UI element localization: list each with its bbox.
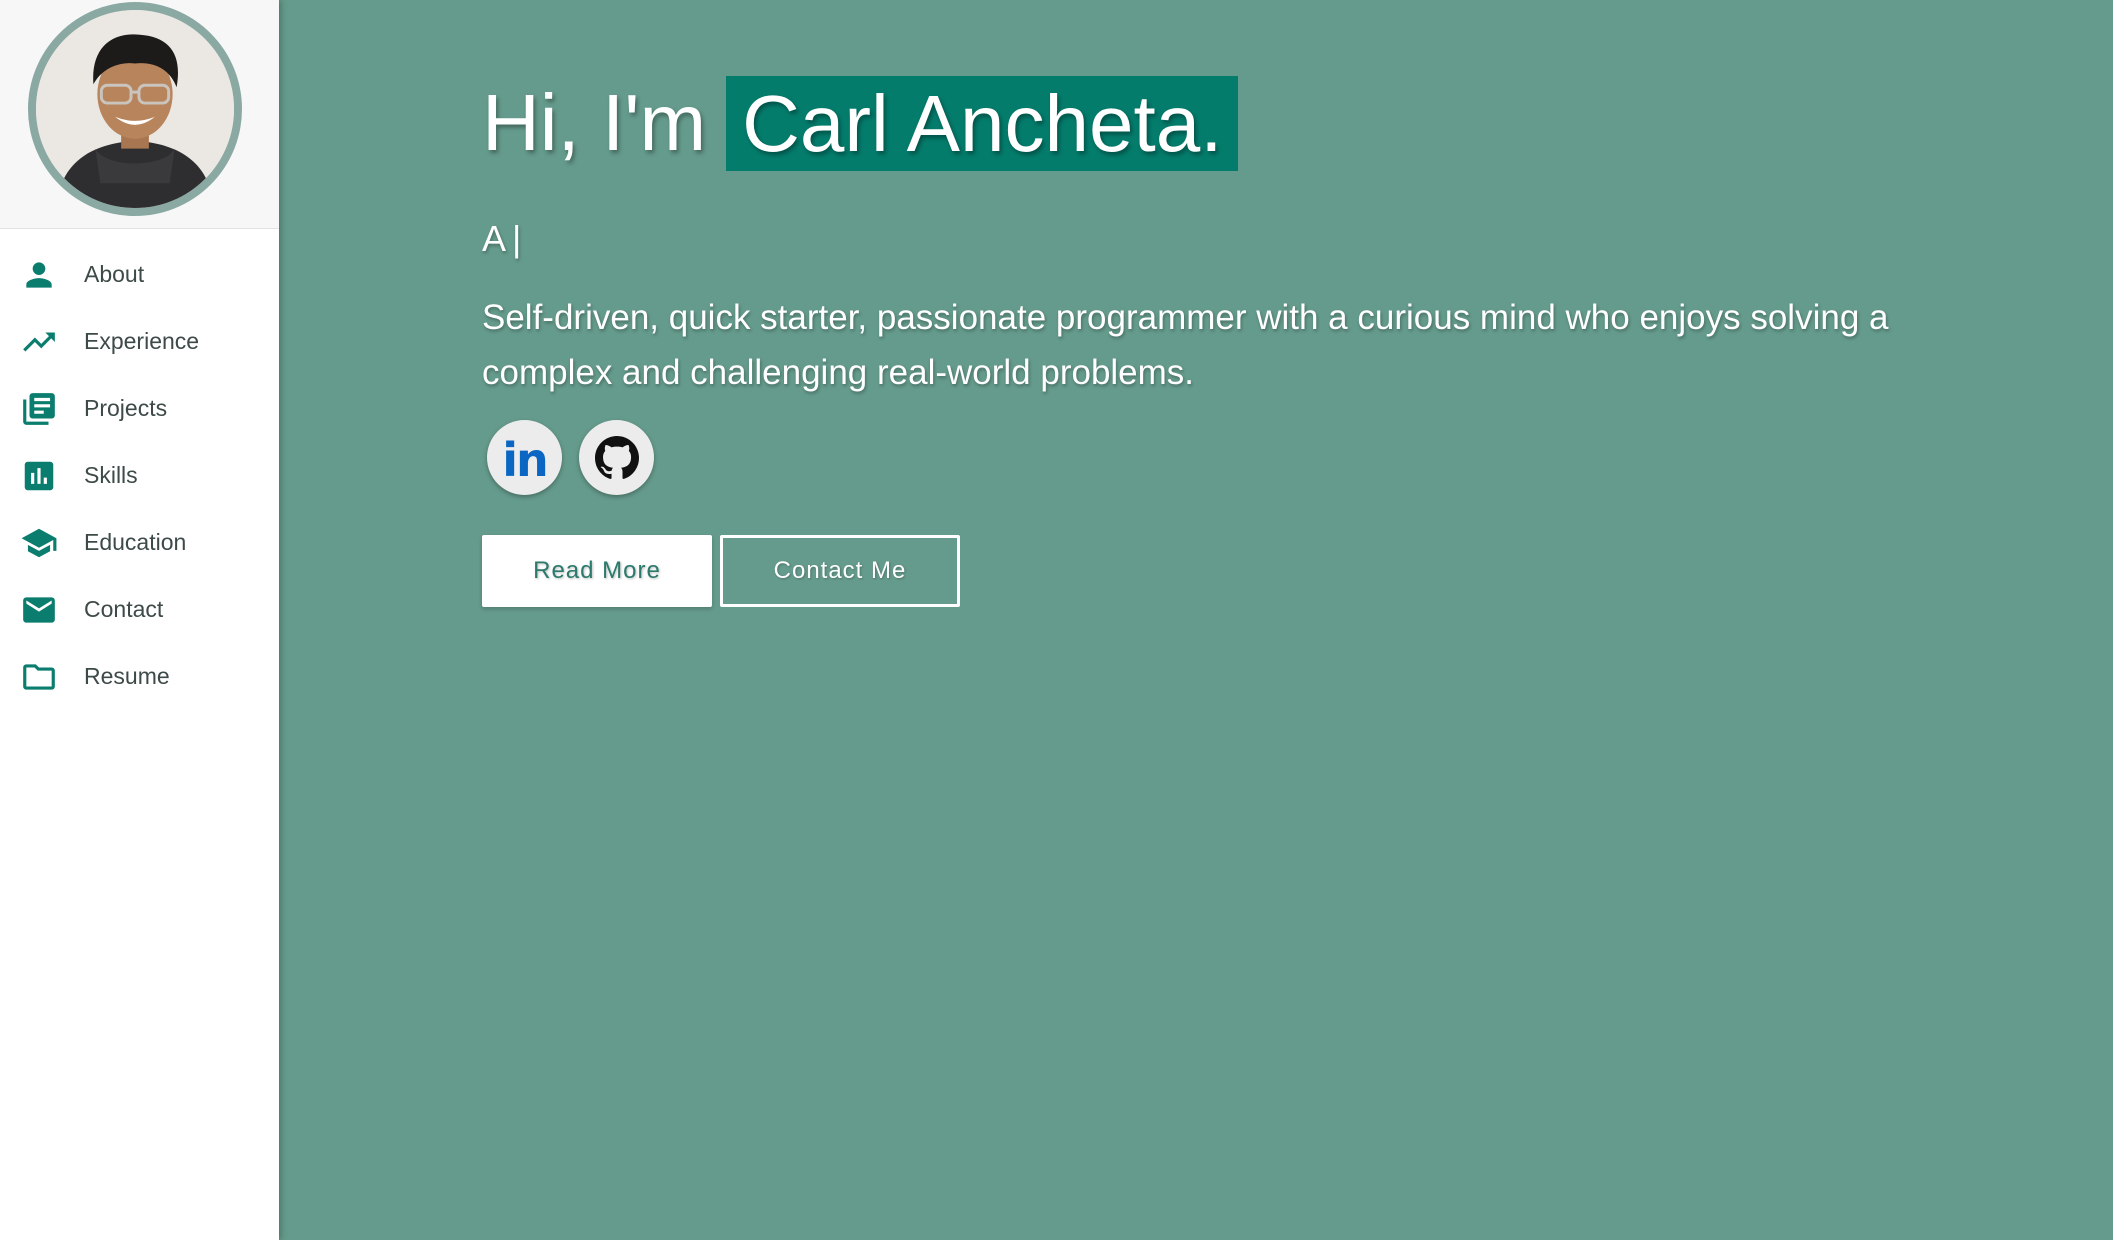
sidebar-item-label: Skills	[84, 462, 138, 488]
sidebar-nav: About Experience Projects Skills Educati…	[0, 229, 279, 710]
social-links: in	[487, 420, 654, 495]
linkedin-icon: in	[502, 432, 548, 487]
sidebar-item-label: Contact	[84, 596, 164, 622]
folder-icon	[20, 658, 58, 696]
typing-text: A	[482, 218, 507, 259]
graduation-cap-icon	[20, 524, 58, 562]
sidebar-item-resume[interactable]: Resume	[0, 643, 279, 710]
avatar	[28, 2, 242, 216]
sidebar-item-projects[interactable]: Projects	[0, 375, 279, 442]
hero-section: Hi, I'm Carl Ancheta. A | Self-driven, qu…	[279, 0, 2113, 1240]
profile-photo	[36, 10, 234, 208]
sidebar-item-label: Education	[84, 529, 187, 555]
sidebar-item-about[interactable]: About	[0, 241, 279, 308]
mail-icon	[20, 591, 58, 629]
library-books-icon	[20, 390, 58, 428]
sidebar-item-skills[interactable]: Skills	[0, 442, 279, 509]
greeting-text: Hi, I'm	[482, 78, 707, 167]
sidebar-item-education[interactable]: Education	[0, 509, 279, 576]
profile-header	[0, 0, 279, 229]
sidebar: About Experience Projects Skills Educati…	[0, 0, 279, 1240]
sidebar-item-contact[interactable]: Contact	[0, 576, 279, 643]
linkedin-button[interactable]: in	[487, 420, 562, 495]
bar-chart-icon	[20, 457, 58, 495]
read-more-button[interactable]: Read More	[482, 535, 712, 607]
typing-subtitle: A |	[482, 218, 521, 260]
github-icon	[594, 435, 639, 479]
sidebar-item-label: About	[84, 261, 145, 287]
summary-text: Self-driven, quick starter, passionate p…	[482, 298, 1889, 392]
typing-cursor: |	[512, 218, 522, 259]
sidebar-item-label: Resume	[84, 663, 170, 689]
sidebar-item-label: Projects	[84, 395, 168, 421]
person-icon	[20, 256, 58, 294]
hero-buttons: Read More Contact Me	[482, 535, 960, 607]
github-button[interactable]	[579, 420, 654, 495]
sidebar-item-experience[interactable]: Experience	[0, 308, 279, 375]
contact-me-button[interactable]: Contact Me	[720, 535, 960, 607]
sidebar-item-label: Experience	[84, 328, 200, 354]
hero-headline: Hi, I'm Carl Ancheta.	[482, 75, 1239, 171]
name-highlight: Carl Ancheta.	[726, 75, 1239, 171]
trending-up-icon	[20, 323, 58, 361]
